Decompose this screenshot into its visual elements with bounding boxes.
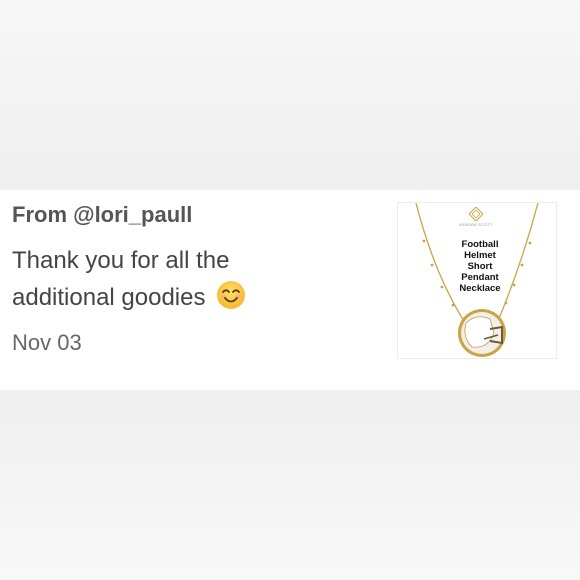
background-top bbox=[0, 0, 580, 190]
review-author[interactable]: From @lori_paull bbox=[12, 202, 192, 228]
background-bottom bbox=[0, 390, 580, 580]
product-title-line: Necklace bbox=[459, 283, 501, 294]
product-title-line: Helmet bbox=[464, 250, 496, 261]
product-title: Football Helmet Short Pendant Necklace bbox=[458, 239, 502, 294]
review-message: Thank you for all the additional goodies bbox=[12, 242, 332, 316]
product-title-line: Short bbox=[467, 261, 493, 272]
review-date: Nov 03 bbox=[12, 330, 82, 355]
kendra-scott-logo-icon bbox=[469, 207, 483, 221]
review-message-text: Thank you for all the additional goodies bbox=[12, 247, 230, 311]
product-thumbnail[interactable]: KENDRA SCOTT Football Helmet Short Penda… bbox=[397, 202, 557, 359]
brand-name: KENDRA SCOTT bbox=[459, 223, 493, 227]
review-card: From @lori_paull Thank you for all the a… bbox=[0, 190, 580, 390]
product-title-line: Pendant bbox=[461, 272, 499, 283]
smiling-face-emoji-icon bbox=[217, 281, 246, 309]
product-title-line: Football bbox=[461, 239, 499, 250]
